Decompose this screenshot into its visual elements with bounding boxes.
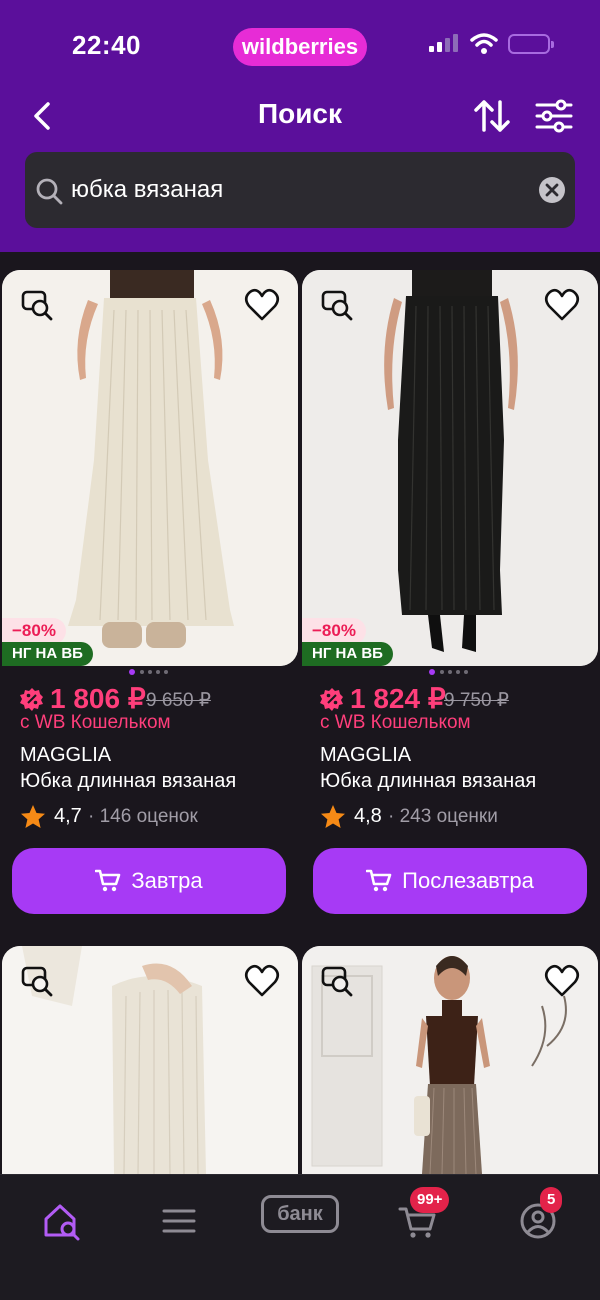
heart-icon[interactable] (544, 964, 580, 998)
search-box[interactable]: юбка вязаная (25, 152, 575, 228)
old-price: 9 750 ₽ (444, 690, 509, 711)
discount-badge: −80% (302, 618, 366, 644)
cart-icon (95, 869, 121, 892)
star-icon (321, 805, 345, 828)
tab-home[interactable] (32, 1191, 92, 1251)
similar-search-icon[interactable] (320, 964, 354, 998)
similar-search-icon[interactable] (20, 288, 54, 322)
delivery-label: Завтра (131, 868, 203, 893)
similar-search-icon[interactable] (20, 964, 54, 998)
product-title: Юбка длинная вязаная (20, 770, 237, 792)
signal-icon (429, 34, 458, 52)
catalog-icon (162, 1209, 196, 1233)
status-bar: 22:40 wildberries (0, 0, 600, 90)
rating-row: 4,7 · 146 оценок (20, 804, 290, 830)
heart-icon[interactable] (544, 288, 580, 322)
wildberries-pill[interactable]: wildberries (233, 28, 367, 66)
rating-value: 4,8 (354, 805, 382, 827)
wifi-icon (470, 33, 498, 54)
clear-icon[interactable] (539, 177, 565, 203)
reviews-count: · 243 оценки (388, 806, 498, 827)
discount-badge: −80% (2, 618, 66, 644)
price-row: 1 806 ₽ 9 650 ₽ (20, 682, 290, 716)
profile-badge: 5 (540, 1187, 563, 1213)
rating-row: 4,8 · 243 оценки (320, 804, 590, 830)
battery-icon (508, 34, 554, 54)
sort-icon[interactable] (472, 96, 512, 136)
cart-badge: 99+ (410, 1187, 450, 1213)
product-photo (302, 270, 598, 666)
nav-row: Поиск (0, 90, 600, 140)
add-to-cart-button[interactable]: Завтра (12, 848, 286, 914)
promo-badge: НГ НА ВБ (302, 642, 393, 666)
status-time: 22:40 (72, 30, 141, 60)
discount-percent-icon (20, 688, 43, 711)
rating-value: 4,7 (54, 805, 82, 827)
product-image[interactable] (2, 946, 298, 1174)
product-image[interactable] (2, 270, 298, 666)
star-icon (21, 805, 45, 828)
header: 22:40 wildberries Поиск юбка вязаная (0, 0, 600, 252)
delivery-label: Послезавтра (402, 868, 534, 893)
old-price: 9 650 ₽ (146, 690, 211, 711)
heart-icon[interactable] (244, 288, 280, 322)
filter-icon[interactable] (534, 96, 574, 136)
price-row: 1 824 ₽ 9 750 ₽ (320, 682, 590, 716)
skirt-shape (398, 296, 504, 615)
wallet-note: с WB Кошельком (320, 712, 471, 733)
product-photo (2, 270, 298, 666)
image-pager-dots (129, 669, 168, 675)
discount-percent-icon (320, 688, 343, 711)
product-brand: MAGGLIA (320, 744, 412, 766)
tab-cart[interactable]: 99+ (388, 1187, 450, 1251)
image-pager-dots (429, 669, 468, 675)
tab-profile[interactable]: 5 (508, 1187, 568, 1251)
product-image[interactable] (302, 946, 598, 1174)
cart-icon (366, 869, 392, 892)
product-title: Юбка длинная вязаная (320, 770, 537, 792)
similar-search-icon[interactable] (320, 288, 354, 322)
bottom-tab-bar: банк 99+ 5 (0, 1174, 600, 1300)
home-search-icon (44, 1204, 80, 1241)
promo-badge: НГ НА ВБ (2, 642, 93, 666)
product-image[interactable] (302, 270, 598, 666)
search-icon (36, 178, 63, 205)
heart-icon[interactable] (244, 964, 280, 998)
wallet-note: с WB Кошельком (20, 712, 171, 733)
search-input[interactable]: юбка вязаная (71, 172, 511, 208)
tab-catalog[interactable] (149, 1191, 209, 1251)
add-to-cart-button[interactable]: Послезавтра (313, 848, 587, 914)
tab-bank[interactable]: банк (261, 1195, 339, 1233)
price: 1 824 ₽ (350, 683, 446, 714)
product-brand: MAGGLIA (20, 744, 112, 766)
price: 1 806 ₽ (50, 683, 146, 714)
reviews-count: · 146 оценок (88, 806, 198, 827)
